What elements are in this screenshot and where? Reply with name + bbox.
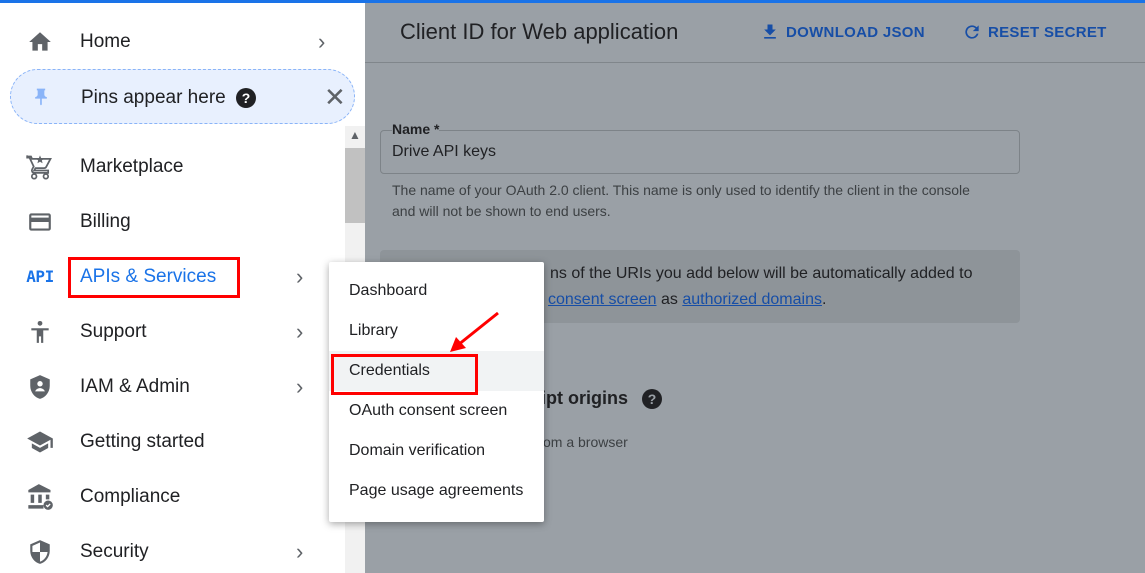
js-origins-heading: ipt origins <box>541 388 628 408</box>
submenu-item-page-usage[interactable]: Page usage agreements <box>329 471 544 511</box>
annotation-arrow-icon <box>450 311 499 352</box>
nav-label-compliance: Compliance <box>80 485 181 507</box>
submenu-item-domain-verification[interactable]: Domain verification <box>329 431 544 471</box>
annotation-highlight-credentials <box>331 354 478 395</box>
js-origins-subtitle: om a browser <box>543 434 628 450</box>
nav-item-security[interactable]: Security › <box>0 524 345 573</box>
home-icon <box>25 27 55 57</box>
shield-person-icon <box>25 372 55 402</box>
chevron-right-icon: › <box>296 263 304 289</box>
nav-item-home[interactable]: Home › <box>0 14 345 69</box>
info-as-text: as <box>660 291 678 308</box>
info-period: . <box>821 291 827 308</box>
info-banner-line1: ns of the URIs you add below will be aut… <box>550 265 973 282</box>
nav-label-getting-started: Getting started <box>80 430 205 452</box>
reset-secret-button[interactable]: RESET SECRET <box>962 22 1107 42</box>
page-header: Client ID for Web application DOWNLOAD J… <box>365 3 1145 63</box>
nav-label-marketplace: Marketplace <box>80 155 184 177</box>
support-person-icon <box>25 317 55 347</box>
download-json-button[interactable]: DOWNLOAD JSON <box>760 22 925 42</box>
pin-icon <box>35 88 47 106</box>
nav-item-compliance[interactable]: Compliance <box>0 469 345 524</box>
nav-label-support: Support <box>80 320 147 342</box>
submenu-item-library[interactable]: Library <box>329 311 544 351</box>
download-icon <box>764 24 776 39</box>
credit-card-icon <box>25 207 55 237</box>
nav-label-security: Security <box>80 540 149 562</box>
nav-item-iam-admin[interactable]: IAM & Admin › <box>0 359 345 414</box>
close-icon[interactable]: ✕ <box>324 82 346 113</box>
api-icon: API <box>25 262 55 292</box>
cart-icon <box>25 152 55 182</box>
name-field-label: Name * <box>392 121 440 137</box>
name-field-hint: The name of your OAuth 2.0 client. This … <box>392 182 970 219</box>
nav-label-billing: Billing <box>80 210 131 232</box>
scroll-up-icon[interactable]: ▲ <box>349 128 361 142</box>
compliance-icon <box>25 482 55 512</box>
nav-item-billing[interactable]: Billing <box>0 194 345 249</box>
shield-icon <box>25 537 55 567</box>
annotation-highlight-apis <box>68 257 240 298</box>
graduation-cap-icon <box>25 427 55 457</box>
name-field-value: Drive API keys <box>392 143 497 160</box>
help-icon[interactable]: ? <box>642 389 662 409</box>
reset-secret-label: RESET SECRET <box>988 23 1107 41</box>
chevron-right-icon: › <box>296 538 304 564</box>
info-banner-line2: consent screen as authorized domains. <box>548 291 826 309</box>
chevron-right-icon: › <box>318 28 326 54</box>
chevron-right-icon: › <box>296 373 304 399</box>
submenu-item-dashboard[interactable]: Dashboard <box>329 271 544 311</box>
consent-screen-link[interactable]: consent screen <box>548 291 657 308</box>
page-title: Client ID for Web application <box>400 19 679 44</box>
nav-label-home: Home <box>80 30 131 52</box>
pins-placeholder: Pins appear here ? ✕ <box>10 69 355 124</box>
refresh-icon <box>965 25 979 39</box>
authorized-domains-link[interactable]: authorized domains <box>682 291 822 308</box>
submenu-item-oauth-consent[interactable]: OAuth consent screen <box>329 391 544 431</box>
download-json-label: DOWNLOAD JSON <box>786 23 925 41</box>
scrollbar-thumb[interactable] <box>345 148 365 223</box>
top-accent-bar <box>0 0 1145 3</box>
nav-item-support[interactable]: Support › <box>0 304 345 359</box>
help-icon[interactable]: ? <box>236 88 256 108</box>
api-icon-text: API <box>26 267 54 286</box>
chevron-right-icon: › <box>296 318 304 344</box>
nav-item-marketplace[interactable]: Marketplace <box>0 139 345 194</box>
pins-label: Pins appear here <box>81 87 226 108</box>
nav-item-getting-started[interactable]: Getting started <box>0 414 345 469</box>
nav-label-iam-admin: IAM & Admin <box>80 375 190 397</box>
